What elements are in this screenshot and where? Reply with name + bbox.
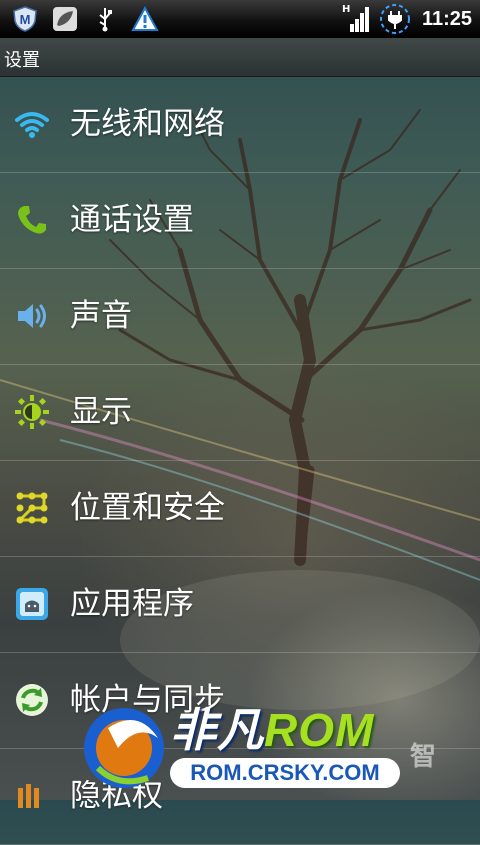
pattern-lock-icon xyxy=(16,492,48,524)
signal-icon: H xyxy=(342,4,372,34)
privacy-icon xyxy=(18,784,39,808)
settings-item-call[interactable]: 通话设置 xyxy=(0,173,480,269)
wifi-icon xyxy=(15,112,49,138)
warning-icon[interactable] xyxy=(130,4,160,34)
settings-item-label: 位置和安全 xyxy=(70,490,225,526)
brightness-icon xyxy=(15,395,49,429)
settings-item-label: 显示 xyxy=(70,394,132,430)
watermark-brand: 非凡ROM xyxy=(170,694,374,760)
speaker-icon xyxy=(18,304,46,328)
status-bar: M H 11:25 xyxy=(0,0,480,38)
settings-item-label: 应用程序 xyxy=(70,586,194,622)
page-title: 设置 xyxy=(4,50,40,71)
phone-icon xyxy=(18,206,46,234)
settings-item-label: 通话设置 xyxy=(70,202,194,238)
title-bar: 设置 xyxy=(0,38,480,77)
watermark-side-text: 智 xyxy=(410,742,437,772)
android-app-icon xyxy=(16,588,48,620)
settings-item-wireless[interactable]: 无线和网络 xyxy=(0,77,480,173)
crsky-watermark: 非凡ROM ROM.CRSKY.COM 智 xyxy=(78,688,480,800)
settings-item-label: 声音 xyxy=(70,298,132,334)
watermark-brand-cn: 非凡 xyxy=(170,704,264,756)
svg-text:M: M xyxy=(20,12,31,27)
settings-item-applications[interactable]: 应用程序 xyxy=(0,557,480,653)
watermark-url: ROM.CRSKY.COM xyxy=(170,758,400,788)
sync-icon xyxy=(16,684,48,716)
settings-item-location-security[interactable]: 位置和安全 xyxy=(0,461,480,557)
status-clock: 11:25 xyxy=(421,7,472,30)
charging-battery-icon xyxy=(378,2,412,36)
mcafee-icon[interactable]: M xyxy=(10,4,40,34)
settings-item-display[interactable]: 显示 xyxy=(0,365,480,461)
leaf-icon[interactable] xyxy=(50,4,80,34)
watermark-brand-rom: ROM xyxy=(264,704,375,756)
usb-icon[interactable] xyxy=(90,4,120,34)
settings-item-sound[interactable]: 声音 xyxy=(0,269,480,365)
settings-item-label: 无线和网络 xyxy=(70,106,225,142)
crsky-logo-icon xyxy=(84,708,164,788)
